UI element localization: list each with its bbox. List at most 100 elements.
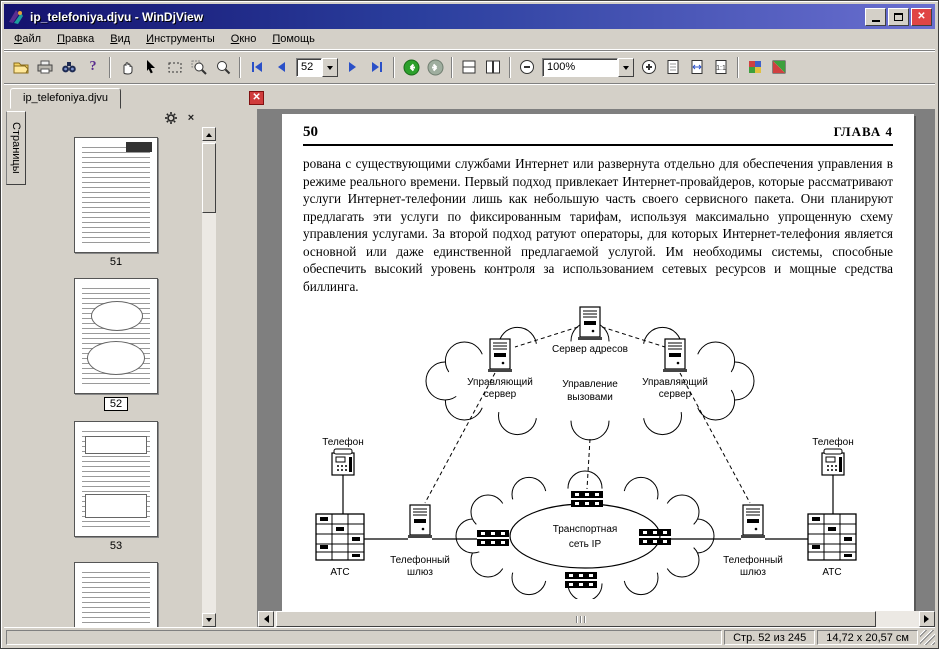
search-icon[interactable] bbox=[57, 56, 81, 79]
maximize-button[interactable] bbox=[888, 8, 909, 26]
toolbar-separator bbox=[737, 57, 739, 78]
gateway-icon bbox=[741, 505, 765, 538]
document-tab[interactable]: ip_telefoniya.djvu bbox=[10, 88, 121, 109]
sidebar-splitter[interactable] bbox=[216, 109, 258, 627]
horizontal-scrollbar[interactable] bbox=[258, 611, 935, 627]
toolbar-separator bbox=[451, 57, 453, 78]
next-page-button[interactable] bbox=[341, 56, 365, 79]
menu-file[interactable]: Файл bbox=[6, 30, 49, 48]
page-thumbnail-51[interactable] bbox=[74, 137, 158, 253]
pbx-icon bbox=[316, 514, 364, 560]
thumbnail-diagram-cloud bbox=[87, 341, 145, 375]
thumbnail-content bbox=[82, 572, 150, 627]
open-file-button[interactable] bbox=[9, 56, 33, 79]
gateway-label: шлюз bbox=[740, 567, 766, 578]
menu-view[interactable]: Вид bbox=[102, 30, 138, 48]
page-number: 50 bbox=[303, 124, 318, 141]
scroll-up-icon[interactable] bbox=[202, 127, 216, 141]
close-button[interactable]: ✕ bbox=[911, 8, 932, 26]
pbx-label: АТС bbox=[330, 567, 349, 578]
magnifier-tool-button[interactable] bbox=[211, 56, 235, 79]
content-area: Страницы × 51 bbox=[4, 109, 935, 627]
previous-page-button[interactable] bbox=[269, 56, 293, 79]
transport-network-label: сеть IP bbox=[569, 539, 602, 550]
managing-server-label: Управляющий bbox=[467, 377, 533, 388]
zoom-combo[interactable]: 100% bbox=[542, 58, 634, 77]
menu-help[interactable]: Помощь bbox=[264, 30, 323, 48]
call-management-label: Управление bbox=[562, 379, 618, 390]
phone-icon bbox=[822, 449, 844, 475]
panel-close-icon[interactable]: × bbox=[184, 111, 198, 125]
last-page-button[interactable] bbox=[365, 56, 389, 79]
sidebar-tab-pages[interactable]: Страницы bbox=[6, 111, 26, 185]
toolbar: ? 52 bbox=[4, 50, 935, 83]
page-thumbnail-54[interactable] bbox=[74, 562, 158, 627]
call-management-label: вызовами bbox=[567, 392, 613, 403]
windjview-window: ip_telefoniya.djvu - WinDjView ✕ Файл Пр… bbox=[0, 0, 939, 649]
zoom-select-tool-button[interactable] bbox=[187, 56, 211, 79]
fit-page-button[interactable] bbox=[661, 56, 685, 79]
menu-edit[interactable]: Правка bbox=[49, 30, 102, 48]
thumbnail-label-53[interactable]: 53 bbox=[105, 540, 127, 552]
page-number-dropdown-icon[interactable] bbox=[322, 58, 338, 77]
zoom-out-button[interactable] bbox=[515, 56, 539, 79]
horizontal-scrollbar-thumb[interactable] bbox=[276, 611, 876, 627]
help-button[interactable]: ? bbox=[81, 56, 105, 79]
print-button[interactable] bbox=[33, 56, 57, 79]
toolbar-separator bbox=[509, 57, 511, 78]
document-tab-label: ip_telefoniya.djvu bbox=[23, 92, 108, 104]
thumbnail-label-52-selected[interactable]: 52 bbox=[104, 397, 128, 411]
fit-width-button[interactable] bbox=[685, 56, 709, 79]
menu-tools[interactable]: Инструменты bbox=[138, 30, 223, 48]
scroll-right-icon[interactable] bbox=[919, 611, 935, 627]
address-server-icon bbox=[578, 307, 602, 340]
bw-mode-button[interactable] bbox=[767, 56, 791, 79]
sidebar-tab-label: Страницы bbox=[10, 122, 22, 174]
svg-text:1:1: 1:1 bbox=[716, 65, 726, 72]
facing-pages-layout-button[interactable] bbox=[481, 56, 505, 79]
pbx-icon bbox=[808, 514, 856, 560]
phone-label: Телефон bbox=[322, 436, 363, 448]
page-thumbnail-53[interactable] bbox=[74, 421, 158, 537]
transport-network-label: Транспортная bbox=[553, 524, 618, 535]
chapter-heading: ГЛАВА 4 bbox=[834, 124, 893, 140]
gateway-icon bbox=[408, 505, 432, 538]
zoom-value[interactable]: 100% bbox=[542, 58, 618, 77]
rect-select-tool-button[interactable] bbox=[163, 56, 187, 79]
thumbnails-scrollbar-thumb[interactable] bbox=[202, 143, 216, 213]
actual-size-button[interactable]: 1:1 bbox=[709, 56, 733, 79]
page-number-value[interactable]: 52 bbox=[296, 58, 322, 77]
network-diagram: Сервер адресов Управляющий сервер Управл… bbox=[303, 299, 893, 599]
menu-window[interactable]: Окно bbox=[223, 30, 265, 48]
page-header: 50 ГЛАВА 4 bbox=[303, 124, 893, 146]
minimize-button[interactable] bbox=[865, 8, 886, 26]
color-mode-button[interactable] bbox=[743, 56, 767, 79]
sidebar-tab-strip: Страницы bbox=[4, 109, 30, 627]
document-viewer[interactable]: 50 ГЛАВА 4 рована с существующими служба… bbox=[258, 109, 935, 627]
scroll-down-icon[interactable] bbox=[202, 613, 216, 627]
tab-close-button[interactable]: ✕ bbox=[249, 91, 264, 105]
thumbnail-label-51[interactable]: 51 bbox=[105, 256, 127, 268]
zoom-in-button[interactable] bbox=[637, 56, 661, 79]
history-forward-button[interactable] bbox=[423, 56, 447, 79]
phone-label: Телефон bbox=[812, 436, 853, 448]
thumbnails-scrollbar[interactable] bbox=[202, 127, 216, 627]
title-bar[interactable]: ip_telefoniya.djvu - WinDjView ✕ bbox=[4, 4, 935, 29]
toolbar-separator bbox=[109, 57, 111, 78]
gateway-label: Телефонный bbox=[390, 554, 450, 566]
zoom-dropdown-icon[interactable] bbox=[618, 58, 634, 77]
history-back-button[interactable] bbox=[399, 56, 423, 79]
scroll-left-icon[interactable] bbox=[258, 611, 274, 627]
select-tool-button[interactable] bbox=[139, 56, 163, 79]
gateway-label: Телефонный bbox=[723, 554, 783, 566]
status-page-info: Стр. 52 из 245 bbox=[724, 630, 815, 645]
pan-tool-button[interactable] bbox=[115, 56, 139, 79]
page-thumbnail-52[interactable] bbox=[74, 278, 158, 394]
single-page-layout-button[interactable] bbox=[457, 56, 481, 79]
thumbnails-panel-header: × bbox=[30, 109, 216, 127]
first-page-button[interactable] bbox=[245, 56, 269, 79]
window-title: ip_telefoniya.djvu - WinDjView bbox=[30, 10, 865, 24]
resize-grip[interactable] bbox=[920, 630, 935, 645]
panel-settings-gear-icon[interactable] bbox=[164, 111, 178, 125]
page-number-combo[interactable]: 52 bbox=[296, 58, 338, 77]
